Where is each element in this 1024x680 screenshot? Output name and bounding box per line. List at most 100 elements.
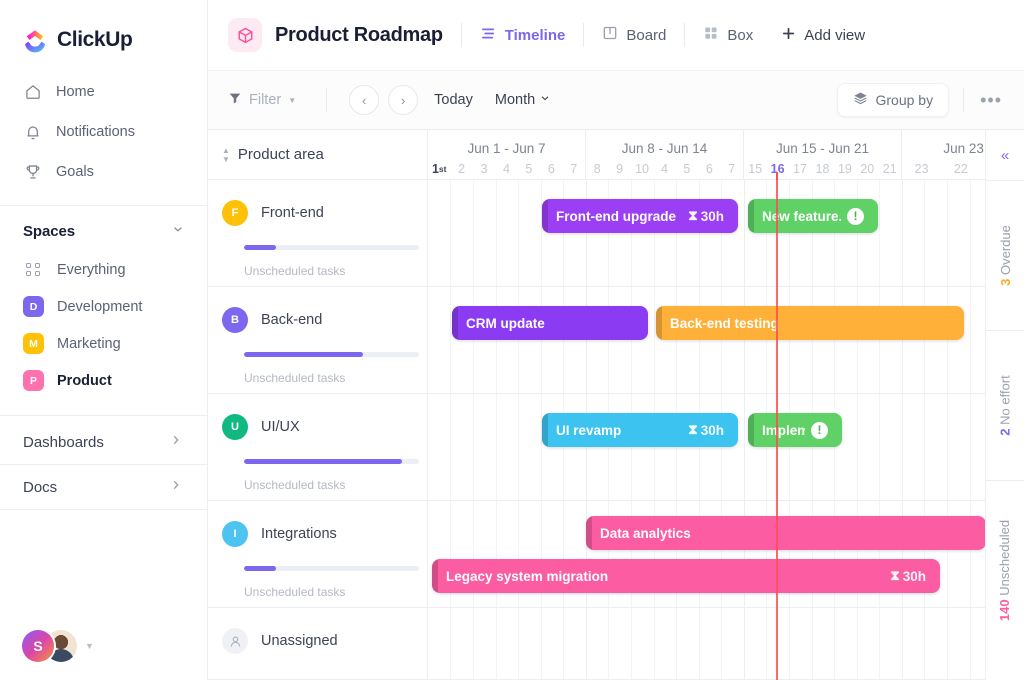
timeline-row[interactable] — [428, 394, 985, 501]
day-cell[interactable]: 2 — [450, 157, 472, 180]
sidebar-item-everything[interactable]: Everything — [0, 251, 207, 288]
caret-down-icon: ▼ — [288, 95, 297, 105]
avatar[interactable]: S — [22, 630, 54, 662]
timeline-grid[interactable]: Jun 1 - Jun 7 1st 2 3 4 5 6 7 Jun 8 - Ju… — [428, 130, 985, 680]
task-bar-ui-revamp[interactable]: UI revamp ⧗ 30h — [542, 413, 738, 447]
tab-label: Box — [727, 26, 754, 44]
sidebar-item-product[interactable]: P Product — [0, 362, 207, 399]
group-row-front-end[interactable]: F Front-end Unscheduled tasks — [208, 180, 427, 287]
unscheduled-tasks-label[interactable]: Unscheduled tasks — [244, 478, 413, 492]
task-hours-value: 30h — [700, 422, 724, 438]
divider — [460, 23, 462, 47]
unscheduled-tasks-label[interactable]: Unscheduled tasks — [244, 585, 413, 599]
day-cell[interactable]: 8 — [586, 157, 608, 180]
day-cell[interactable]: 23 — [902, 157, 941, 180]
task-hours-value: 30h — [700, 208, 724, 224]
user-avatar-group[interactable]: S ▼ — [22, 630, 94, 662]
group-row-unassigned[interactable]: Unassigned — [208, 608, 427, 680]
add-view-button[interactable]: Add view — [781, 26, 865, 45]
main-area: Product Roadmap Timeline Board Box Add v… — [208, 0, 1024, 680]
week-label: Jun 23 - Jun — [943, 141, 985, 156]
timeline-body: ▲ ▼ Product area F Front-end Unscheduled … — [208, 130, 1024, 680]
sidebar-item-development[interactable]: D Development — [0, 288, 207, 325]
divider — [684, 23, 686, 47]
week-column: Jun 23 - Jun 23 22 24 25 — [902, 130, 985, 179]
task-bar-back-end-testing[interactable]: Back-end testing — [656, 306, 964, 340]
primary-nav: Home Notifications Goals — [0, 60, 207, 192]
day-cell[interactable]: 18 — [811, 157, 833, 180]
group-by-button[interactable]: Group by — [836, 83, 950, 117]
task-bar-crm-update[interactable]: CRM update — [452, 306, 648, 340]
collapse-rail-button[interactable]: « — [986, 130, 1024, 180]
chevron-down-icon[interactable]: ▼ — [85, 641, 94, 651]
day-cell[interactable]: 22 — [941, 157, 980, 180]
day-cell[interactable]: 6 — [540, 157, 562, 180]
timeline-row[interactable] — [428, 608, 985, 680]
task-label: UI revamp — [556, 422, 622, 438]
task-label: Data analytics — [600, 525, 691, 541]
group-row-back-end[interactable]: B Back-end Unscheduled tasks — [208, 287, 427, 394]
task-bar-implement[interactable]: Implem.. ! — [748, 413, 842, 447]
next-period-button[interactable]: › — [388, 85, 419, 115]
tab-timeline[interactable]: Timeline — [480, 25, 566, 46]
day-cell[interactable]: 19 — [834, 157, 856, 180]
group-row-integrations[interactable]: I Integrations Unscheduled tasks — [208, 501, 427, 608]
tab-label: Timeline — [504, 26, 566, 44]
group-row-ui-ux[interactable]: U UI/UX Unscheduled tasks — [208, 394, 427, 501]
task-bar-data-analytics[interactable]: Data analytics — [586, 516, 985, 550]
rail-section-unscheduled[interactable]: 140 Unscheduled — [986, 480, 1024, 660]
sidebar-item-docs[interactable]: Docs — [0, 465, 207, 509]
day-cell[interactable]: 10 — [631, 157, 653, 180]
warning-icon[interactable]: ! — [811, 421, 828, 439]
rail-section-overdue[interactable]: 3 Overdue — [986, 180, 1024, 330]
rail-section-text: 2 No effort — [998, 375, 1013, 435]
task-bar-legacy-system-migration[interactable]: Legacy system migration ⧗ 30h — [432, 559, 940, 593]
filter-label: Filter — [249, 92, 282, 108]
prev-period-button[interactable]: ‹ — [349, 85, 380, 115]
timeline-date-header: Jun 1 - Jun 7 1st 2 3 4 5 6 7 Jun 8 - Ju… — [428, 130, 985, 180]
rail-section-no-effort[interactable]: 2 No effort — [986, 330, 1024, 480]
group-column-header[interactable]: ▲ ▼ Product area — [208, 130, 427, 180]
day-cell[interactable]: 21 — [879, 157, 901, 180]
sidebar-item-home[interactable]: Home — [0, 72, 207, 112]
brand-logo-group[interactable]: ClickUp — [0, 0, 207, 60]
warning-icon[interactable]: ! — [847, 207, 864, 225]
week-label: Jun 15 - Jun 21 — [775, 141, 870, 156]
day-cell[interactable]: 15 — [744, 157, 766, 180]
more-options-button[interactable]: ••• — [974, 90, 1008, 111]
sidebar-item-goals[interactable]: Goals — [0, 152, 207, 192]
day-cell[interactable]: 17 — [789, 157, 811, 180]
task-bar-front-end-upgrade[interactable]: Front-end upgrade ⧗ 30h — [542, 199, 738, 233]
day-cell[interactable]: 4 — [653, 157, 675, 180]
sidebar-item-dashboards[interactable]: Dashboards — [0, 420, 207, 464]
unscheduled-tasks-label[interactable]: Unscheduled tasks — [244, 371, 413, 385]
spaces-section-header[interactable]: Spaces — [0, 206, 207, 251]
sidebar-item-marketing[interactable]: M Marketing — [0, 325, 207, 362]
chevron-down-icon[interactable] — [171, 222, 185, 241]
day-cell[interactable]: 5 — [676, 157, 698, 180]
timeline-row[interactable] — [428, 287, 985, 394]
task-bar-new-feature[interactable]: New feature.. ! — [748, 199, 878, 233]
rail-count: 3 — [997, 278, 1013, 286]
day-cell[interactable]: 3 — [473, 157, 495, 180]
space-label: Development — [57, 298, 143, 315]
tab-board[interactable]: Board — [602, 25, 666, 45]
day-cell[interactable]: 5 — [518, 157, 540, 180]
today-button[interactable]: Today — [434, 92, 473, 108]
filter-button[interactable]: Filter ▼ — [228, 91, 296, 109]
day-cell[interactable]: 7 — [721, 157, 743, 180]
secondary-nav: Dashboards Docs — [0, 420, 207, 510]
day-cell[interactable]: 4 — [495, 157, 517, 180]
day-cell[interactable]: 1st — [428, 157, 450, 180]
unscheduled-tasks-label[interactable]: Unscheduled tasks — [244, 264, 413, 278]
week-label: Jun 8 - Jun 14 — [621, 141, 708, 156]
day-cell[interactable]: 7 — [563, 157, 585, 180]
tab-box[interactable]: Box — [703, 25, 753, 45]
day-cell[interactable]: 20 — [856, 157, 878, 180]
sidebar-item-label: Home — [56, 84, 95, 100]
timeline-row[interactable] — [428, 180, 985, 287]
sidebar-item-notifications[interactable]: Notifications — [0, 112, 207, 152]
zoom-level-select[interactable]: Month — [495, 92, 551, 108]
day-cell[interactable]: 6 — [698, 157, 720, 180]
day-cell[interactable]: 9 — [608, 157, 630, 180]
